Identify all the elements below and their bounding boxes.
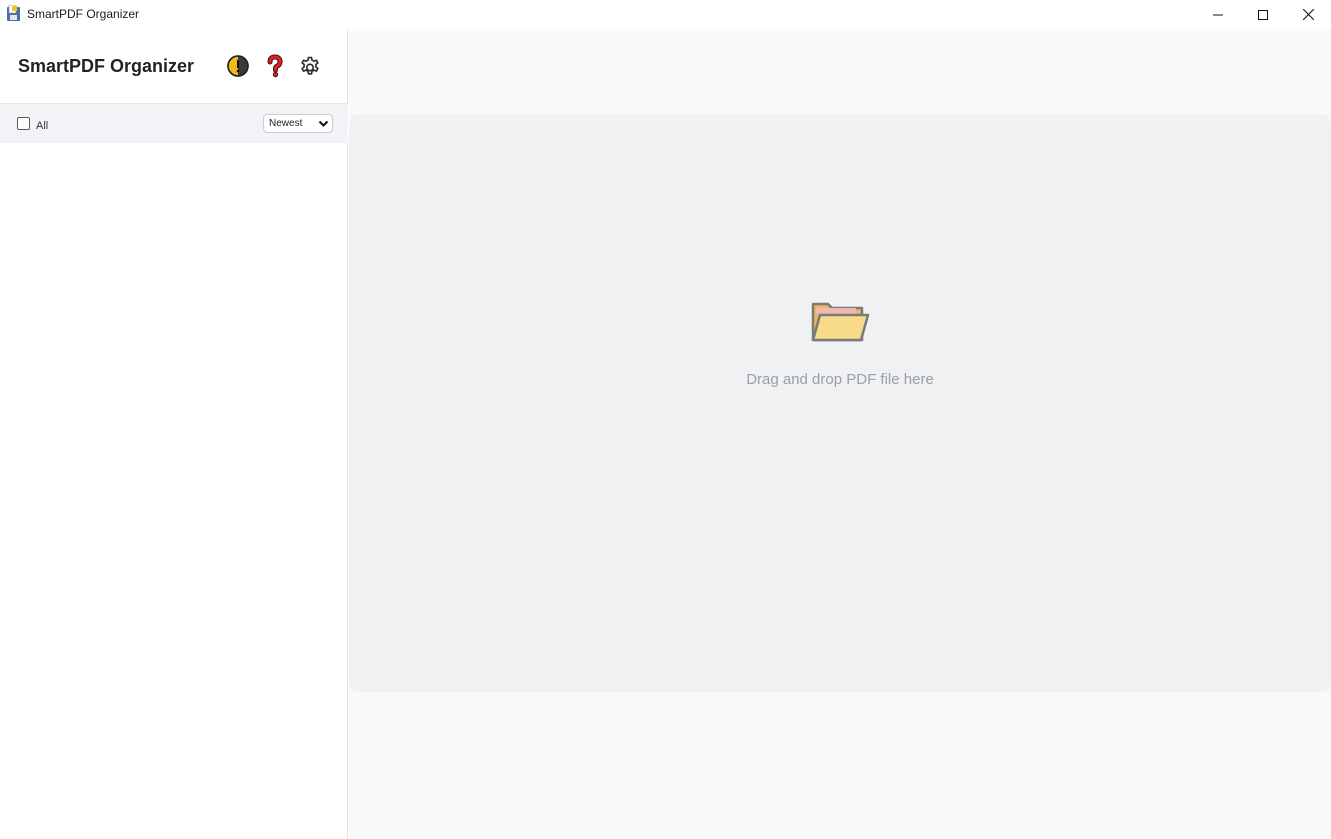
app-icon <box>6 4 22 22</box>
filter-bar: All Newest <box>0 104 348 143</box>
minimize-button[interactable] <box>1195 0 1241 29</box>
open-folder-icon <box>810 300 870 346</box>
minimize-icon <box>1213 14 1223 15</box>
chevron-down-icon <box>318 120 329 127</box>
dropzone-hint: Drag and drop PDF file here <box>746 371 934 388</box>
sidebar-header: SmartPDF Organizer <box>0 29 348 104</box>
sidebar: SmartPDF Organizer All Newest <box>0 29 348 839</box>
select-all-label: All <box>36 120 49 132</box>
main-panel: Drag and drop PDF file here <box>349 29 1331 839</box>
close-icon <box>1302 9 1314 20</box>
document-list <box>0 143 348 839</box>
maximize-icon <box>1258 9 1268 20</box>
close-button[interactable] <box>1285 0 1331 29</box>
window-titlebar: SmartPDF Organizer <box>0 0 1331 29</box>
theme-toggle-icon[interactable] <box>226 54 250 78</box>
app-title: SmartPDF Organizer <box>18 56 195 76</box>
help-icon[interactable] <box>263 54 287 78</box>
sort-select[interactable]: Newest <box>263 114 333 133</box>
pdf-dropzone[interactable]: Drag and drop PDF file here <box>349 114 1331 692</box>
select-all-checkbox[interactable] <box>17 117 30 130</box>
maximize-button[interactable] <box>1240 0 1286 29</box>
sort-selected-value: Newest <box>269 118 303 129</box>
settings-icon[interactable] <box>298 54 322 78</box>
window-title: SmartPDF Organizer <box>27 7 140 21</box>
